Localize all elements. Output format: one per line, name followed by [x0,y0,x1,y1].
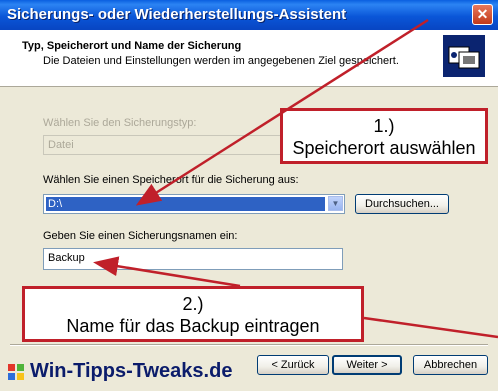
callout-step-1: 1.) Speicherort auswählen [280,108,488,164]
brand-watermark: Win-Tipps-Tweaks.de [30,360,233,382]
footer-divider [10,344,488,346]
location-label: Wählen Sie einen Speicherort für die Sic… [43,174,299,186]
location-value: D:\ [46,197,325,211]
window-title: Sicherungs- oder Wiederherstellungs-Assi… [7,6,347,23]
next-button[interactable]: Weiter > [332,355,402,375]
page-subtitle: Die Dateien und Einstellungen werden im … [43,55,399,67]
backup-type-label: Wählen Sie den Sicherungstyp: [43,117,197,129]
title-bar[interactable]: Sicherungs- oder Wiederherstellungs-Assi… [0,0,498,30]
backup-type-value: Datei [48,139,74,151]
backup-wizard-icon [443,35,485,77]
callout-step-2-number: 2.) [182,294,204,314]
callout-step-1-text: Speicherort auswählen [292,138,476,158]
chevron-down-icon[interactable]: ▼ [328,196,343,211]
browse-button[interactable]: Durchsuchen... [355,194,449,214]
name-label: Geben Sie einen Sicherungsnamen ein: [43,230,238,242]
backup-name-value: Backup [48,252,85,264]
cancel-button[interactable]: Abbrechen [413,355,488,375]
callout-step-2-text: Name für das Backup eintragen [66,316,320,336]
arrow-line-2 [363,316,498,339]
wizard-header: Typ, Speicherort und Name der Sicherung … [0,30,498,87]
backup-name-input[interactable]: Backup [43,248,343,270]
windows-logo-icon [8,364,24,380]
callout-step-2: 2.) Name für das Backup eintragen [22,286,364,342]
location-select[interactable]: D:\ ▼ [43,194,345,214]
close-button[interactable]: ✕ [472,4,493,25]
callout-step-1-number: 1.) [373,116,395,136]
back-button[interactable]: < Zurück [257,355,329,375]
page-title: Typ, Speicherort und Name der Sicherung [22,40,242,52]
